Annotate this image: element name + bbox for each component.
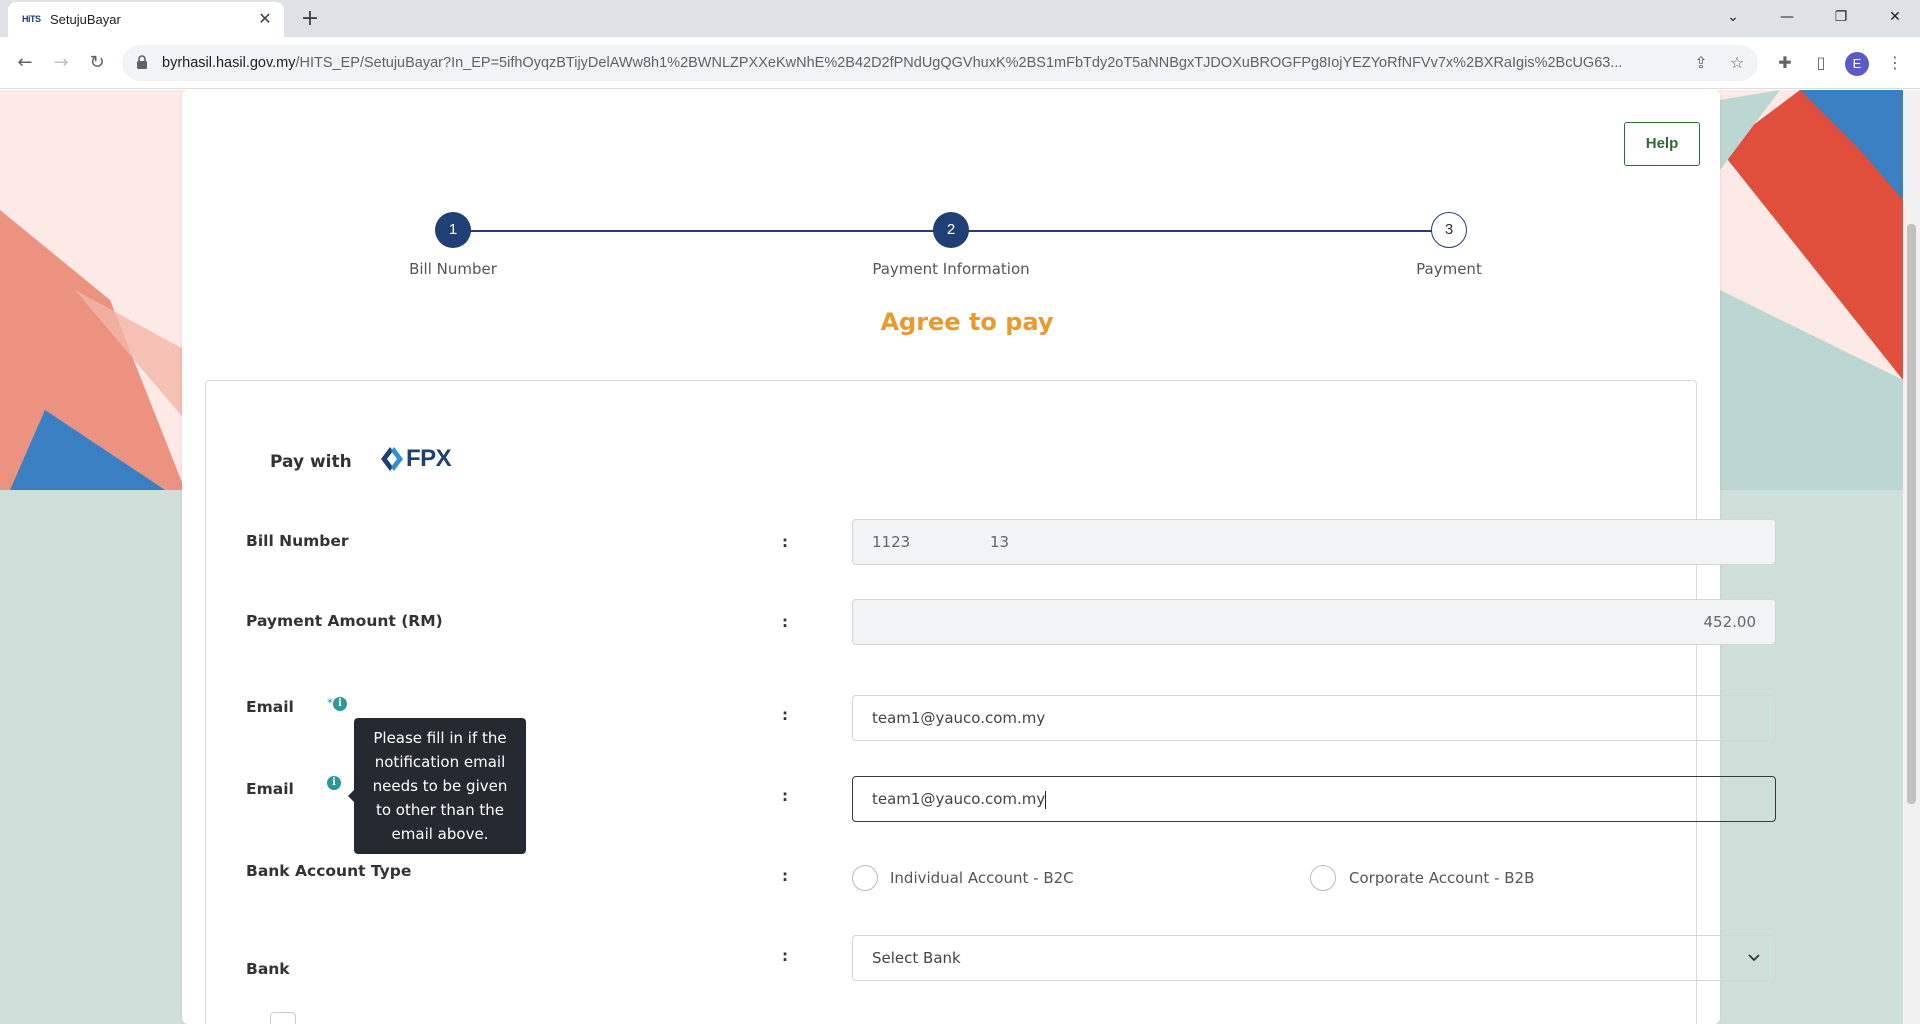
email-input[interactable]: team1@yauco.com.my [852,695,1776,741]
email-label: Email [246,698,294,716]
bill-number-field: 1123 13 [852,519,1776,565]
email2-label: Email [246,780,294,798]
bank-account-type-label: Bank Account Type [246,862,412,880]
pay-with-label: Pay with [270,452,352,472]
bill-number-part1: 1123 [872,533,911,551]
help-button[interactable]: Help [1624,122,1700,166]
tab-search-chevron-icon[interactable]: ⌄ [1710,0,1756,34]
page-viewport: Help 1 2 3 Bill Number Payment Informati… [0,90,1920,1024]
url-host: byrhasil.hasil.gov.my [162,55,296,71]
browser-tab[interactable]: HiTS SetujuBayar ✕ [8,2,284,37]
email2-value: team1@yauco.com.my [872,790,1046,808]
browser-tab-bar: HiTS SetujuBayar ✕ + ⌄ — ❐ ✕ [0,0,1920,37]
reload-icon[interactable]: ↻ [84,50,110,76]
email-colon: : [782,706,788,724]
extensions-puzzle-icon[interactable]: ✚ [1773,51,1797,75]
chevron-down-icon [1747,936,1761,998]
browser-menu-icon[interactable]: ⋮ [1883,51,1907,75]
bookmark-star-icon[interactable]: ☆ [1726,52,1748,74]
email-info-icon[interactable]: i [333,697,347,711]
minimize-icon[interactable]: — [1764,0,1810,34]
bill-number-label: Bill Number [246,532,349,550]
scrollbar-thumb[interactable] [1907,224,1916,804]
browser-toolbar: ← → ↻ byrhasil.hasil.gov.my/HITS_EP/Setu… [0,37,1920,89]
address-bar[interactable]: byrhasil.hasil.gov.my/HITS_EP/SetujuBaya… [122,45,1758,81]
url-path: /HITS_EP/SetujuBayar?In_EP=5ifhOyqzBTijy… [295,55,1623,71]
bill-number-colon: : [782,533,788,551]
back-arrow-icon[interactable]: ← [12,50,38,76]
bank-select[interactable]: Select Bank [852,935,1776,981]
payment-amount-colon: : [782,613,788,631]
window-close-icon[interactable]: ✕ [1872,0,1918,34]
email2-colon: : [782,787,788,805]
bank-label: Bank [246,960,290,978]
payment-amount-label: Payment Amount (RM) [246,612,443,630]
restore-icon[interactable]: ❐ [1818,0,1864,34]
bank-account-type-colon: : [782,867,788,885]
step-3-label: Payment [1416,260,1482,278]
tab-title: SetujuBayar [50,12,121,27]
profile-avatar[interactable]: E [1845,52,1869,76]
step-3-circle: 3 [1431,212,1467,248]
fpx-logo-text: FPX [406,445,452,472]
agreement-checkbox[interactable] [270,1012,296,1024]
lock-icon [136,55,148,74]
corporate-account-label[interactable]: Corporate Account - B2B [1349,869,1534,887]
new-tab-icon[interactable]: + [296,5,324,33]
fpx-logo-icon [381,447,403,471]
url-text: byrhasil.hasil.gov.my/HITS_EP/SetujuBaya… [162,55,1652,71]
tab-close-icon[interactable]: ✕ [254,8,276,30]
step-1-circle: 1 [435,212,471,248]
individual-account-label[interactable]: Individual Account - B2C [890,869,1074,887]
email-tooltip: Please fill in if the notification email… [354,718,526,854]
page-scrollbar[interactable] [1903,90,1920,1024]
email2-info-icon[interactable]: i [327,776,341,790]
share-icon[interactable]: ⇪ [1690,52,1712,74]
step-2-circle: 2 [933,212,969,248]
forward-arrow-icon[interactable]: → [48,50,74,76]
payment-card: Help 1 2 3 Bill Number Payment Informati… [182,90,1776,1024]
bank-select-value: Select Bank [872,949,961,967]
payment-amount-field: 452.00 [852,599,1776,645]
text-cursor [1045,790,1047,809]
bill-number-part2: 13 [990,533,1010,551]
step-2-label: Payment Information [872,260,1030,278]
site-favicon-icon: HiTS [22,14,41,24]
fpx-logo: FPX [380,445,452,473]
step-1-label: Bill Number [409,260,497,278]
individual-account-radio[interactable] [852,865,878,891]
email2-input[interactable]: team1@yauco.com.my [852,776,1776,822]
side-panel-icon[interactable]: ▯ [1809,51,1833,75]
bank-colon: : [782,947,788,965]
page-title: Agree to pay [880,308,1054,336]
corporate-account-radio[interactable] [1310,865,1336,891]
